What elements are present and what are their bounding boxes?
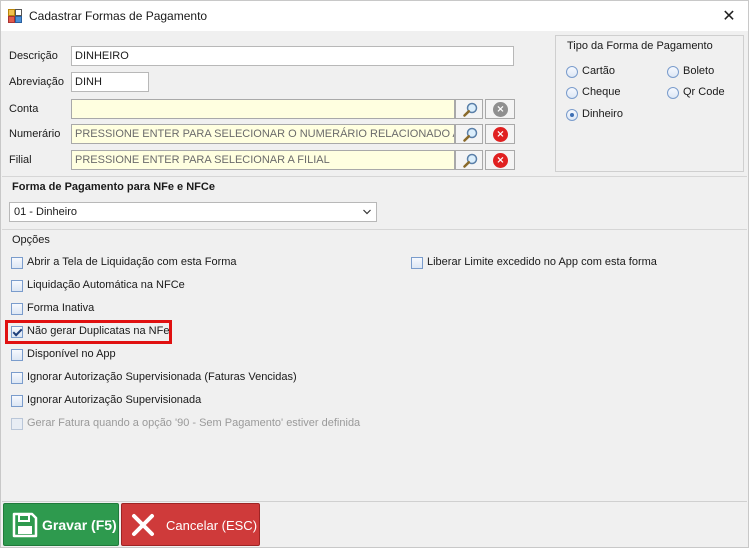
dialog-window: Cadastrar Formas de Pagamento ✕ Descriçã… xyxy=(0,0,749,548)
opt-label: Ignorar Autorização Supervisionada (Fatu… xyxy=(27,371,297,383)
conta-clear-button[interactable]: × xyxy=(485,99,515,119)
save-button[interactable]: Gravar (F5) xyxy=(3,503,119,546)
numerario-clear-button[interactable]: × xyxy=(485,124,515,144)
descricao-label: Descrição xyxy=(9,50,58,62)
descricao-field[interactable]: DINHEIRO xyxy=(71,46,514,66)
search-icon xyxy=(463,153,478,168)
filial-clear-button[interactable]: × xyxy=(485,150,515,170)
clear-icon: × xyxy=(493,102,508,117)
checkbox xyxy=(11,303,23,315)
cancel-button[interactable]: Cancelar (ESC) xyxy=(121,503,260,546)
cancel-icon xyxy=(132,514,154,536)
tipo-forma-group: Tipo da Forma de Pagamento Cartão Boleto… xyxy=(555,35,744,172)
numerario-label: Numerário xyxy=(9,128,61,140)
clear-icon: × xyxy=(493,127,508,142)
nfe-forma-selected: 01 - Dinheiro xyxy=(14,206,77,218)
radio-cartao-label: Cartão xyxy=(582,65,616,77)
filial-field[interactable]: PRESSIONE ENTER PARA SELECIONAR A FILIAL xyxy=(71,150,455,170)
checkbox xyxy=(11,257,23,269)
chevron-down-icon xyxy=(363,209,371,215)
highlight-box xyxy=(5,320,172,344)
title-bar: Cadastrar Formas de Pagamento ✕ xyxy=(1,1,748,31)
numerario-field[interactable]: PRESSIONE ENTER PARA SELECIONAR O NUMERÁ… xyxy=(71,124,455,144)
radio-qr-code-dot xyxy=(667,87,679,99)
radio-cheque-dot xyxy=(566,87,578,99)
opt-label: Ignorar Autorização Supervisionada xyxy=(27,394,202,406)
nfe-section-title: Forma de Pagamento para NFe e NFCe xyxy=(2,176,747,196)
save-button-label: Gravar (F5) xyxy=(42,517,117,533)
radio-cheque-label: Cheque xyxy=(582,86,621,98)
form-window-icon xyxy=(8,9,22,23)
conta-search-button[interactable] xyxy=(455,99,483,119)
cancel-button-label: Cancelar (ESC) xyxy=(166,518,258,533)
search-icon xyxy=(463,102,478,117)
clear-icon: × xyxy=(493,153,508,168)
checkbox xyxy=(11,372,23,384)
radio-dinheiro-label: Dinheiro xyxy=(582,108,623,120)
radio-boleto-label: Boleto xyxy=(683,65,715,77)
conta-field[interactable] xyxy=(71,99,455,119)
checkbox xyxy=(11,349,23,361)
abreviacao-label: Abreviação xyxy=(9,76,65,88)
tipo-forma-title: Tipo da Forma de Pagamento xyxy=(567,40,713,52)
opt-label: Forma Inativa xyxy=(27,302,95,314)
radio-boleto-dot xyxy=(667,66,679,78)
search-icon xyxy=(463,127,478,142)
opt-label: Gerar Fatura quando a opção '90 - Sem Pa… xyxy=(27,417,361,429)
filial-label: Filial xyxy=(9,154,32,166)
filial-search-button[interactable] xyxy=(455,150,483,170)
abreviacao-field[interactable]: DINH xyxy=(71,72,149,92)
nfe-forma-select[interactable]: 01 - Dinheiro xyxy=(9,202,377,222)
radio-cartao-dot xyxy=(566,66,578,78)
radio-dinheiro-dot xyxy=(566,109,578,121)
conta-label: Conta xyxy=(9,103,39,115)
radio-qr-code-label: Qr Code xyxy=(683,86,725,98)
checkbox xyxy=(11,280,23,292)
checkbox xyxy=(11,418,23,430)
opt-label: Liberar Limite excedido no App com esta … xyxy=(427,256,657,268)
opt-label: Abrir a Tela de Liquidação com esta Form… xyxy=(27,256,237,268)
opcoes-section-title: Opções xyxy=(2,229,747,249)
save-icon xyxy=(12,512,38,538)
close-icon[interactable]: ✕ xyxy=(718,5,740,27)
window-title: Cadastrar Formas de Pagamento xyxy=(29,9,208,23)
opt-label: Disponível no App xyxy=(27,348,116,360)
checkbox xyxy=(11,395,23,407)
opt-label: Liquidação Automática na NFCe xyxy=(27,279,185,291)
numerario-search-button[interactable] xyxy=(455,124,483,144)
checkbox xyxy=(411,257,423,269)
